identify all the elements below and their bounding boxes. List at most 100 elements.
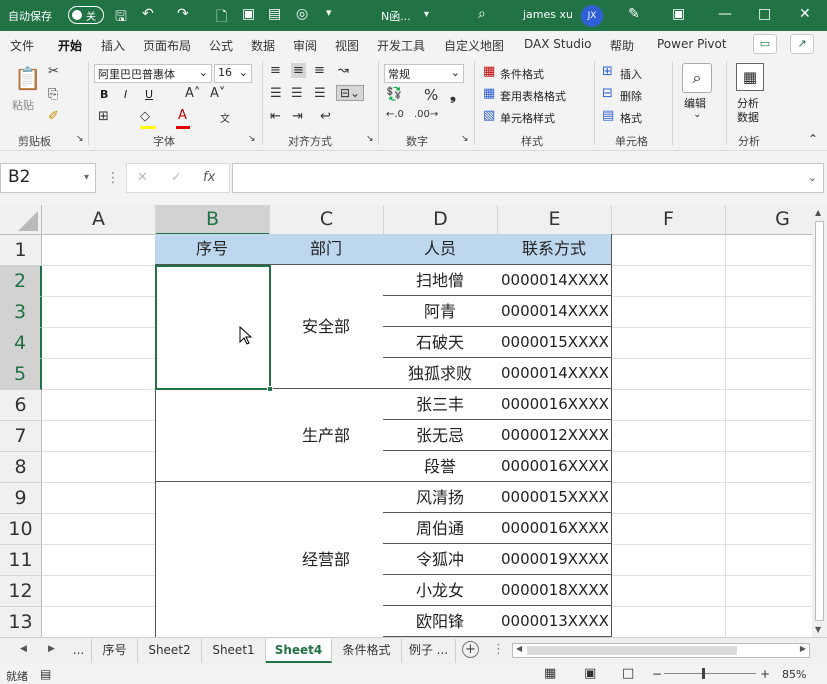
close-icon[interactable]: ✕ [799,6,811,22]
zoom-slider[interactable] [664,673,756,674]
ribbon-display-icon[interactable]: ▣ [672,6,685,22]
empty-cell[interactable] [612,545,726,576]
person-name-cell[interactable]: 张三丰 [383,389,498,420]
page-layout-view-icon[interactable]: ▣ [584,666,596,681]
scroll-left-icon[interactable]: ◀ [516,644,522,653]
select-all-button[interactable] [0,205,42,235]
sheet-tab-example[interactable]: 例子 ... [402,639,456,663]
phone-cell[interactable]: 0000016XXXX [497,451,612,482]
align-left-icon[interactable]: ☰ [270,86,282,101]
tab-dax-studio[interactable]: DAX Studio [524,37,592,51]
sheet-tab-xuhao[interactable]: 序号 [92,639,138,663]
empty-cell[interactable] [612,359,726,390]
empty-cell[interactable] [42,607,156,637]
font-color-icon[interactable]: A [178,108,187,123]
sheet-tab-more[interactable]: ... [66,639,92,663]
minimize-icon[interactable]: — [718,6,732,22]
empty-cell[interactable] [42,390,156,421]
phone-cell[interactable]: 0000014XXXX [497,358,612,389]
cell-style-button[interactable]: 单元格样式 [500,110,555,126]
tab-view[interactable]: 视图 [335,37,359,54]
tab-page-layout[interactable]: 页面布局 [143,37,191,54]
alignment-launcher-icon[interactable]: ↘ [366,134,374,144]
phone-cell[interactable]: 0000015XXXX [497,482,612,513]
cell-style-icon[interactable]: ▧ [483,108,495,123]
autosave-toggle[interactable]: 关 [68,6,104,24]
person-name-cell[interactable]: 张无忌 [383,420,498,451]
row-header-6[interactable]: 6 [0,390,42,421]
align-top-icon[interactable]: ≡ [270,63,281,78]
increase-indent-icon[interactable]: ⇥ [292,109,303,124]
row-header-8[interactable]: 8 [0,452,42,483]
person-name-cell[interactable]: 独孤求败 [383,358,498,389]
accessibility-icon[interactable]: ▤ [40,667,51,681]
column-header-b[interactable]: B [156,205,270,235]
person-name-cell[interactable]: 风清扬 [383,482,498,513]
phone-cell[interactable]: 0000015XXXX [497,327,612,358]
empty-cell[interactable] [612,266,726,297]
empty-cell[interactable] [612,514,726,545]
seq-cell-production[interactable] [155,389,270,482]
row-header-12[interactable]: 12 [0,576,42,607]
empty-cell[interactable] [42,514,156,545]
underline-button[interactable]: U [145,88,153,101]
scroll-thumb[interactable] [815,221,824,621]
table-format-button[interactable]: 套用表格格式 [500,88,566,104]
person-name-cell[interactable]: 段誉 [383,451,498,482]
format-painter-icon[interactable]: ✐ [48,109,59,124]
tab-file[interactable]: 文件 [10,37,34,54]
cut-icon[interactable]: ✂ [48,64,59,79]
header-cell-seq[interactable]: 序号 [155,234,270,265]
person-name-cell[interactable]: 令狐冲 [383,544,498,575]
align-right-icon[interactable]: ☰ [314,86,326,101]
analyze-data-icon[interactable]: ▦ [736,63,764,91]
print-preview-icon[interactable]: ▣ [242,6,255,22]
analyze-label-2[interactable]: 数据 [737,109,759,125]
phone-cell[interactable]: 0000016XXXX [497,513,612,544]
font-launcher-icon[interactable]: ↘ [248,134,256,144]
normal-view-icon[interactable]: ▦ [544,666,556,681]
empty-cell[interactable] [42,576,156,607]
page-break-view-icon[interactable]: □ [622,666,634,681]
empty-cell[interactable] [726,235,812,266]
header-cell-contact[interactable]: 联系方式 [497,234,612,265]
empty-cell[interactable] [612,576,726,607]
expand-formula-icon[interactable]: ⌄ [808,171,817,184]
number-launcher-icon[interactable]: ↘ [461,134,469,144]
person-name-cell[interactable]: 扫地僧 [383,265,498,296]
dept-cell-operations[interactable]: 经营部 [269,482,384,637]
tab-developer[interactable]: 开发工具 [377,37,425,54]
sheet-tab-conditional-format[interactable]: 条件格式 [332,639,402,663]
empty-cell[interactable] [612,390,726,421]
merge-center-icon[interactable]: ⊟⌄ [336,85,365,101]
person-name-cell[interactable]: 周伯通 [383,513,498,544]
zoom-out-icon[interactable]: − [652,667,662,681]
empty-cell[interactable] [612,421,726,452]
tab-formulas[interactable]: 公式 [209,37,233,54]
row-header-13[interactable]: 13 [0,607,42,637]
bold-button[interactable]: B [100,88,108,101]
zoom-slider-thumb[interactable] [702,668,705,679]
insert-function-button[interactable]: fx [203,170,215,185]
empty-cell[interactable] [42,359,156,390]
phone-cell[interactable]: 0000016XXXX [497,389,612,420]
increase-decimal-icon[interactable]: ←.0 [386,109,404,120]
document-title[interactable]: N函... [381,8,411,24]
cancel-icon[interactable]: ✕ [137,170,148,185]
horizontal-scrollbar[interactable]: ◀ ▶ [512,643,810,658]
format-cells-button[interactable]: 格式 [620,110,642,126]
row-header-2[interactable]: 2 [0,266,42,297]
number-format-select[interactable]: 常规 ⌄ [384,64,464,83]
scroll-down-icon[interactable]: ▼ [815,625,821,634]
empty-cell[interactable] [726,607,812,637]
person-name-cell[interactable]: 石破天 [383,327,498,358]
empty-cell[interactable] [42,297,156,328]
dept-cell-production[interactable]: 生产部 [269,389,384,482]
zoom-level[interactable]: 85% [782,668,806,681]
scroll-up-icon[interactable]: ▲ [815,208,821,217]
pen-icon[interactable]: ✎ [628,6,640,22]
empty-cell[interactable] [612,483,726,514]
row-header-7[interactable]: 7 [0,421,42,452]
percent-icon[interactable]: % [424,86,438,104]
conditional-format-button[interactable]: 条件格式 [500,66,544,82]
